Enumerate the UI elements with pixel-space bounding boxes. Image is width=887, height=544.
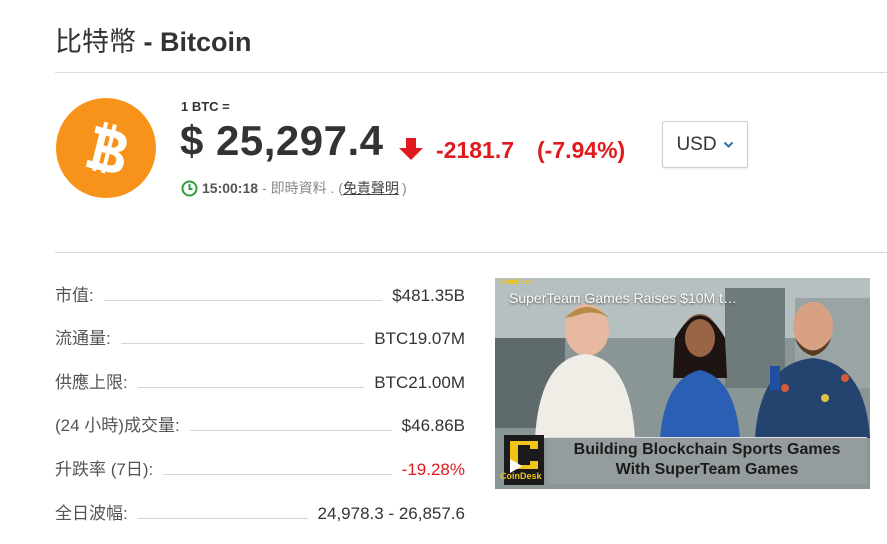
stat-value: BTC19.07M	[374, 329, 465, 348]
current-price: $ 25,297.4	[180, 117, 384, 164]
quote-time-suffix: - 即時資料 . (	[262, 180, 343, 196]
page-title-zh: 比特幣	[55, 27, 136, 57]
bitcoin-symbol-icon	[85, 121, 127, 174]
stat-value: $46.86B	[401, 416, 465, 435]
dotted-leader	[137, 387, 365, 388]
divider-top	[55, 72, 887, 73]
stat-row-7d-change: 升跌率 (7日): -19.28%	[55, 456, 465, 480]
stat-row-24h-volume: (24 小時)成交量: $46.86B	[55, 412, 465, 436]
divider-middle	[55, 252, 887, 253]
banner-line-2: With SuperTeam Games	[615, 461, 799, 478]
quote-time-row: 15:00:18 - 即時資料 . ( 免責聲明 )	[181, 178, 407, 198]
price-change-percent: (-7.94%)	[537, 137, 626, 163]
chevron-down-icon	[723, 141, 734, 149]
stat-value: $481.35B	[392, 286, 465, 305]
stat-label: 升跌率 (7日):	[55, 460, 154, 479]
disclaimer-link[interactable]: 免責聲明	[343, 178, 399, 198]
stat-value: -19.28%	[401, 460, 465, 479]
stat-label: (24 小時)成交量:	[55, 416, 180, 435]
video-banner: Building Blockchain Sports Games With Su…	[547, 437, 867, 484]
dotted-leader	[189, 430, 392, 431]
coindesk-brand-bottom: CoinDesk	[500, 471, 542, 481]
currency-select[interactable]: USD	[662, 121, 748, 168]
stat-row-max-supply: 供應上限: BTC21.00M	[55, 369, 465, 393]
dotted-leader	[120, 343, 365, 344]
stat-row-day-range: 全日波幅: 24,978.3 - 26,857.6	[55, 500, 465, 524]
quote-time: 15:00:18	[202, 180, 259, 196]
down-arrow-icon	[398, 137, 424, 166]
banner-line-1: Building Blockchain Sports Games	[573, 441, 841, 458]
currency-value: USD	[676, 133, 717, 155]
dotted-leader	[103, 300, 383, 301]
stat-row-market-cap: 市值: $481.35B	[55, 282, 465, 306]
price-change: -2181.7	[436, 137, 515, 163]
stat-row-circulating-supply: 流通量: BTC19.07M	[55, 325, 465, 349]
page-title: 比特幣 - Bitcoin	[55, 20, 252, 59]
stat-value: 24,978.3 - 26,857.6	[317, 504, 465, 523]
unit-label: 1 BTC =	[181, 99, 230, 114]
stat-label: 全日波幅:	[55, 504, 128, 523]
bitcoin-logo-icon	[56, 98, 156, 198]
dotted-leader	[163, 474, 392, 475]
coindesk-brand-top: CoinDesk	[500, 279, 533, 286]
close-paren: )	[401, 180, 407, 196]
dotted-leader	[137, 518, 308, 519]
stat-value: BTC21.00M	[374, 373, 465, 392]
clock-icon	[181, 180, 198, 197]
page-title-en: - Bitcoin	[136, 27, 252, 57]
stat-label: 流通量:	[55, 329, 111, 348]
video-player[interactable]: CoinDesk SuperTeam Games Raises $10M t… …	[495, 278, 870, 489]
video-title[interactable]: SuperTeam Games Raises $10M t…	[509, 290, 737, 306]
stat-label: 市值:	[55, 286, 94, 305]
stat-label: 供應上限:	[55, 373, 128, 392]
